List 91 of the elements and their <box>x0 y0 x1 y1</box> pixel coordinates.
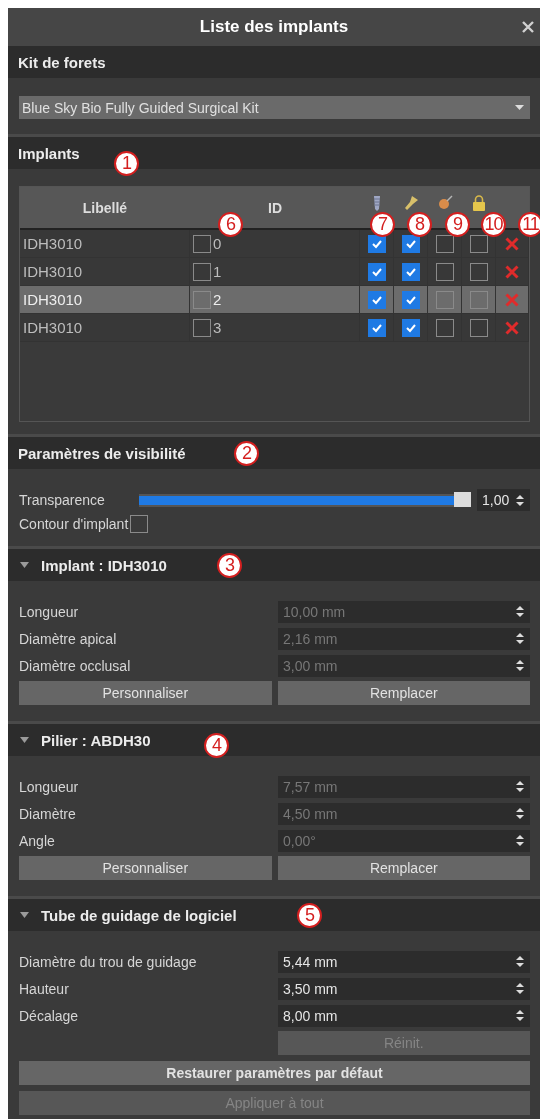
table-row[interactable]: IDH3010 0 <box>20 230 529 258</box>
close-icon[interactable] <box>522 21 534 33</box>
table-row[interactable]: IDH3010 2 <box>20 286 529 314</box>
table-cell: IDH3010 <box>20 314 190 341</box>
column-header: Libellé <box>81 199 129 216</box>
checkbox[interactable] <box>435 318 454 337</box>
checkbox[interactable] <box>193 262 211 281</box>
spinner-arrows-icon <box>516 982 524 995</box>
action-button[interactable]: Personnaliser <box>19 856 272 880</box>
table-cell: IDH3010 <box>20 258 190 285</box>
checkbox[interactable] <box>193 318 211 337</box>
field-label: Diamètre apical <box>19 630 118 647</box>
table-cell: 2 <box>213 291 222 308</box>
delete-icon[interactable] <box>505 236 519 251</box>
column-header: ID <box>267 199 283 216</box>
field-label: Hauteur <box>19 980 70 997</box>
field-label: Longueur <box>19 603 80 620</box>
checkbox[interactable] <box>193 234 211 253</box>
checkbox[interactable] <box>401 318 420 337</box>
field-label: Longueur <box>19 778 80 795</box>
checkbox[interactable] <box>401 290 420 309</box>
kit-dropdown[interactable]: Blue Sky Bio Fully Guided Surgical Kit <box>19 96 530 119</box>
lock-icon <box>472 194 486 211</box>
spinner-arrows-icon <box>516 955 524 968</box>
checkbox[interactable] <box>401 262 420 281</box>
spinner-arrows-icon <box>516 493 524 507</box>
screw-icon <box>371 194 383 211</box>
number-field[interactable]: 3,50 mm <box>278 977 530 1000</box>
field-label: Angle <box>19 832 56 849</box>
callout-number: 5 <box>297 903 322 928</box>
table-cell: 0 <box>213 235 222 252</box>
checkbox[interactable] <box>435 234 454 253</box>
spinner-arrows-icon <box>516 605 524 618</box>
number-field[interactable]: 5,44 mm <box>278 950 530 973</box>
spinner-arrows-icon <box>516 780 524 793</box>
section-title: Implants <box>18 144 80 162</box>
table-cell: 3 <box>213 319 222 336</box>
spinner-arrows-icon <box>516 807 524 820</box>
table-cell: 1 <box>213 263 222 280</box>
checkbox[interactable] <box>435 262 454 281</box>
action-button[interactable]: Personnaliser <box>19 681 272 705</box>
checkbox[interactable] <box>401 234 420 253</box>
expand-icon[interactable] <box>20 912 29 918</box>
checkbox[interactable] <box>367 318 386 337</box>
field-label: Diamètre occlusal <box>19 657 132 674</box>
field-label: Diamètre du trou de guidage <box>19 953 198 970</box>
expand-icon[interactable] <box>20 737 29 743</box>
checkbox[interactable] <box>367 290 386 309</box>
spinner-arrows-icon <box>516 632 524 645</box>
field-label: Décalage <box>19 1007 80 1024</box>
checkbox[interactable] <box>469 262 488 281</box>
checkbox[interactable] <box>469 318 488 337</box>
spinner-arrows-icon <box>516 659 524 672</box>
section-title: Paramètres de visibilité <box>18 444 186 462</box>
number-field[interactable]: 8,00 mm <box>278 1004 530 1027</box>
field-label: Transparence <box>19 492 106 508</box>
table-row[interactable]: IDH3010 1 <box>20 258 529 286</box>
checkbox[interactable] <box>367 234 386 253</box>
field-label: Diamètre <box>19 805 77 822</box>
field-label: Contour d'implant <box>19 515 129 532</box>
action-button[interactable]: Remplacer <box>277 681 530 705</box>
section-title: Pilier : ABDH30 <box>41 731 151 749</box>
spinner-arrows-icon <box>516 834 524 847</box>
table-cell: IDH3010 <box>20 230 190 257</box>
table-cell: IDH3010 <box>20 286 190 313</box>
callout-number: 4 <box>204 733 229 758</box>
callout-number: 2 <box>234 441 259 466</box>
checkbox[interactable] <box>469 290 488 309</box>
section-title: Kit de forets <box>18 53 106 71</box>
transparency-spinbox[interactable]: 1,00 <box>477 489 530 511</box>
section-title: Implant : IDH3010 <box>41 556 167 574</box>
abutment-icon <box>403 194 419 211</box>
expand-icon[interactable] <box>20 562 29 568</box>
checkbox[interactable] <box>367 262 386 281</box>
checkbox[interactable] <box>435 290 454 309</box>
checkbox[interactable] <box>469 234 488 253</box>
action-button[interactable]: Remplacer <box>277 856 530 880</box>
checkbox[interactable] <box>130 514 149 533</box>
delete-icon[interactable] <box>505 264 519 279</box>
slider-thumb[interactable] <box>454 491 471 507</box>
checkbox[interactable] <box>193 290 211 309</box>
delete-icon[interactable] <box>505 320 519 335</box>
window-title: Liste des implants <box>199 17 349 37</box>
section-title: Tube de guidage de logiciel <box>41 906 237 924</box>
sleeve-icon <box>437 194 453 211</box>
spinner-arrows-icon <box>516 1009 524 1022</box>
caret-icon <box>515 105 524 110</box>
callout-number: 3 <box>217 553 242 578</box>
table-row[interactable]: IDH3010 3 <box>20 314 529 342</box>
callout-number: 1 <box>114 151 139 176</box>
wide-button[interactable]: Restaurer paramètres par défaut <box>19 1061 530 1085</box>
